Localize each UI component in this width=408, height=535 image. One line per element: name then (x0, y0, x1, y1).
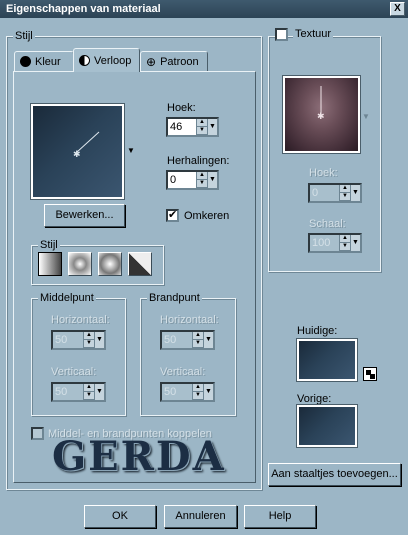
focal-horizontal-stepper: 50 ▲ ▼ ▼ (160, 330, 215, 350)
svg-text:✱: ✱ (73, 150, 81, 160)
gradient-style-legend: Stijl (38, 239, 60, 251)
focal-vertical-stepper: 50 ▲ ▼ ▼ (160, 382, 215, 402)
gradient-dropdown-arrow-icon[interactable]: ▼ (127, 145, 135, 157)
texture-direction-handle: ✱ (317, 86, 325, 122)
texture-scale-stepper: 100 ▲ ▼ ▼ (308, 233, 362, 253)
radial-style-button[interactable] (98, 252, 122, 276)
focal-point-legend: Brandpunt (147, 292, 202, 304)
style-group-legend: Stijl (13, 30, 35, 42)
texture-angle-spin-arrows: ▲ ▼ (339, 185, 350, 201)
focal-horizontal-dropdown-icon: ▼ (203, 332, 213, 348)
tab-gradient-label: Verloop (94, 54, 132, 67)
gradient-direction-handle: ✱ (73, 131, 100, 160)
tab-color[interactable]: Kleur (14, 51, 74, 71)
focal-vertical-dropdown-icon: ▼ (203, 384, 213, 400)
invert-checkbox[interactable]: ✔ (166, 209, 179, 222)
link-points-checkbox (31, 427, 44, 440)
focal-vertical-input: 50 (164, 386, 177, 398)
center-point-legend: Middelpunt (38, 292, 96, 304)
texture-preview[interactable]: ✱ (282, 75, 361, 154)
cancel-button[interactable]: Annuleren (164, 505, 237, 528)
angle-stepper[interactable]: 46 ▲ ▼ ▼ (166, 117, 219, 137)
texture-angle-input: 0 (312, 187, 319, 199)
center-vertical-input: 50 (55, 386, 68, 398)
tab-pattern-label: Patroon (160, 55, 199, 68)
pattern-globe-icon: ⊕ (146, 54, 157, 69)
texture-scale-dropdown-icon: ▼ (350, 235, 360, 251)
focal-horizontal-label: Horizontaal: (160, 314, 219, 326)
previous-swatch[interactable] (296, 404, 358, 448)
title-bar: Eigenschappen van materiaal X (0, 0, 408, 18)
ok-button[interactable]: OK (84, 505, 156, 528)
filled-circle-icon (20, 56, 31, 67)
angle-dropdown-icon[interactable]: ▼ (207, 119, 217, 135)
swap-swatch-icon[interactable] (363, 367, 377, 381)
repeats-input[interactable]: 0 (168, 172, 196, 188)
angle-input[interactable]: 46 (168, 119, 196, 135)
texture-scale-input: 100 (312, 237, 331, 249)
texture-scale-spin-arrows: ▲ ▼ (339, 235, 350, 251)
half-circle-icon (79, 55, 90, 66)
texture-checkbox[interactable] (275, 28, 288, 41)
texture-angle-stepper: 0 ▲ ▼ ▼ (308, 183, 362, 203)
center-horizontal-dropdown-icon: ▼ (94, 332, 104, 348)
texture-dropdown-arrow-icon: ▼ (362, 112, 370, 121)
repeats-spin-arrows[interactable]: ▲ ▼ (196, 172, 207, 188)
rectangular-style-button[interactable] (68, 252, 92, 276)
invert-label: Omkeren (184, 210, 230, 222)
gradient-preview[interactable]: ✱ (30, 103, 125, 200)
center-horizontal-label: Horizontaal: (51, 314, 110, 326)
svg-text:✱: ✱ (317, 112, 325, 122)
focal-horizontal-input: 50 (164, 334, 177, 346)
add-to-swatches-button[interactable]: Aan staaltjes toevoegen... (268, 463, 401, 486)
repeats-dropdown-icon[interactable]: ▼ (207, 172, 217, 188)
sunburst-style-button[interactable] (128, 252, 152, 276)
texture-angle-label: Hoek: (309, 167, 338, 179)
watermark-logo: GERDA (52, 433, 226, 480)
center-vertical-dropdown-icon: ▼ (94, 384, 104, 400)
repeats-label: Herhalingen: (167, 155, 230, 167)
center-vertical-spin-arrows: ▲ ▼ (83, 384, 94, 400)
focal-horizontal-spin-arrows: ▲ ▼ (192, 332, 203, 348)
focal-vertical-label: Verticaal: (160, 366, 206, 378)
texture-scale-label: Schaal: (309, 218, 346, 230)
tab-gradient[interactable]: Verloop (73, 48, 140, 72)
repeats-stepper[interactable]: 0 ▲ ▼ ▼ (166, 170, 219, 190)
close-button[interactable]: X (390, 2, 405, 16)
tab-color-label: Kleur (35, 55, 61, 68)
tab-pattern[interactable]: ⊕ Patroon (140, 51, 208, 71)
texture-angle-dropdown-icon: ▼ (350, 185, 360, 201)
window-title: Eigenschappen van materiaal (6, 3, 161, 15)
current-label: Huidige: (297, 325, 338, 337)
help-button[interactable]: Help (244, 505, 316, 528)
focal-vertical-spin-arrows: ▲ ▼ (192, 384, 203, 400)
previous-label: Vorige: (297, 393, 332, 405)
edit-button[interactable]: Bewerken... (44, 204, 125, 227)
center-vertical-stepper: 50 ▲ ▼ ▼ (51, 382, 106, 402)
linear-style-button[interactable] (38, 252, 62, 276)
center-horizontal-spin-arrows: ▲ ▼ (83, 332, 94, 348)
angle-label: Hoek: (167, 102, 196, 114)
angle-spin-arrows[interactable]: ▲ ▼ (196, 119, 207, 135)
center-horizontal-input: 50 (55, 334, 68, 346)
current-swatch (296, 338, 358, 382)
center-horizontal-stepper: 50 ▲ ▼ ▼ (51, 330, 106, 350)
texture-label: Textuur (293, 28, 334, 40)
center-vertical-label: Verticaal: (51, 366, 97, 378)
